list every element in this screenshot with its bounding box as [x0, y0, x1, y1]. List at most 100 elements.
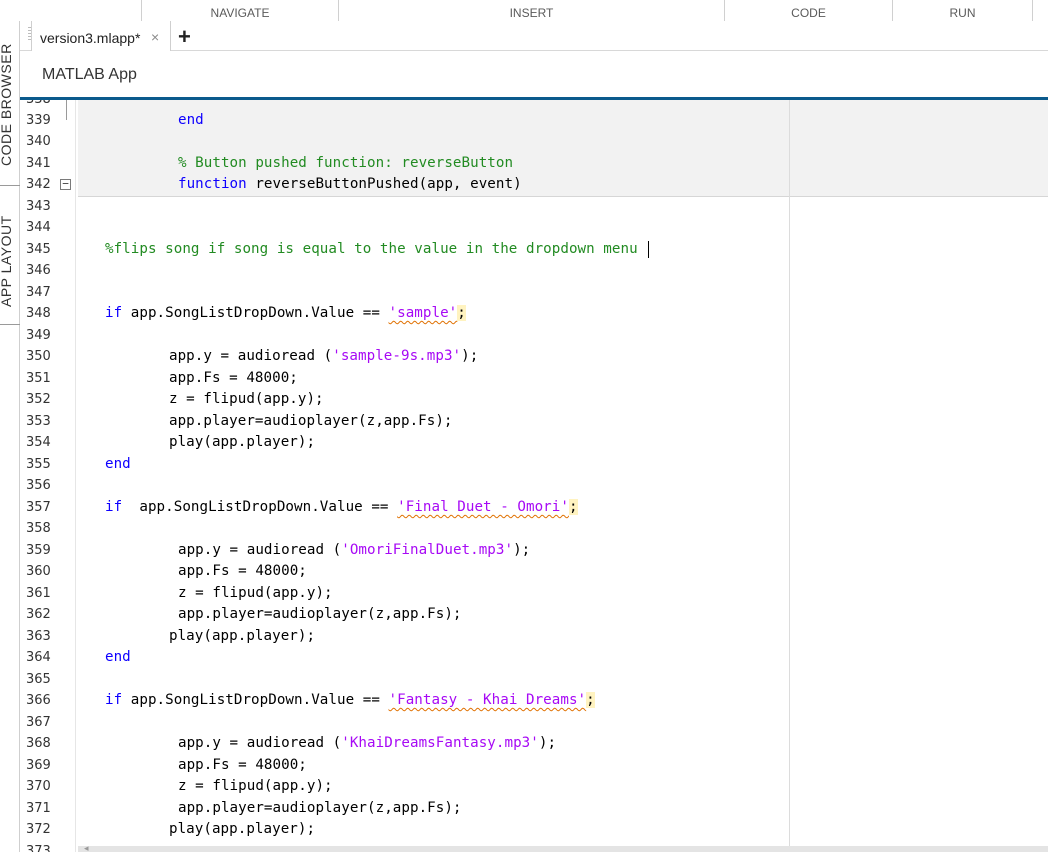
close-tab-icon[interactable]: ×: [151, 29, 159, 45]
line-number: 369: [26, 758, 51, 773]
horizontal-scrollbar[interactable]: [78, 846, 1048, 852]
code-line-371: app.player=audioplayer(z,app.Fs);: [178, 800, 462, 816]
code-line-357: if app.SongListDropDown.Value == 'Final …: [105, 497, 578, 518]
code-line-360: app.Fs = 48000;: [178, 563, 307, 579]
keyword: if: [105, 499, 123, 515]
string-literal: 'sample': [388, 305, 458, 321]
app-layout-panel-tab[interactable]: APP LAYOUT: [0, 215, 14, 307]
code-line-354: play(app.player);: [169, 434, 316, 450]
string-literal: 'Fantasy - Khai Dreams': [388, 692, 587, 708]
line-number: 365: [26, 672, 51, 687]
code-text: app.y = audioread (: [178, 735, 342, 751]
panel-divider: [0, 324, 20, 325]
tab-run[interactable]: RUN: [892, 0, 1033, 21]
code-line-352: z = flipud(app.y);: [169, 391, 324, 407]
code-line-355: end: [105, 454, 131, 475]
code-line-364: end: [105, 647, 131, 668]
line-number: 352: [26, 392, 51, 407]
code-line-341: % Button pushed function: reverseButton: [178, 153, 513, 174]
code-text: app.SongListDropDown.Value ==: [122, 305, 389, 321]
line-number: 340: [26, 134, 51, 149]
text-caret: [647, 240, 649, 258]
code-text: app.y = audioread (: [178, 542, 342, 558]
keyword: end: [105, 649, 131, 665]
code-line-368: app.y = audioread ('KhaiDreamsFantasy.mp…: [178, 733, 556, 754]
code-line-361: z = flipud(app.y);: [178, 585, 333, 601]
string-literal: 'OmoriFinalDuet.mp3': [341, 542, 514, 558]
app-title: MATLAB App: [42, 66, 137, 83]
keyword: end: [178, 112, 204, 128]
line-number: 367: [26, 715, 51, 730]
line-number: 342: [26, 177, 51, 192]
comment: %flips song if song is equal to the valu…: [105, 241, 638, 257]
semicolon-warning: ;: [457, 305, 466, 321]
line-number: 371: [26, 801, 51, 816]
comment: % Button pushed function: reverseButton: [178, 155, 514, 171]
line-number: 364: [26, 650, 51, 665]
code-line-363: play(app.player);: [169, 628, 316, 644]
code-line-353: app.player=audioplayer(z,app.Fs);: [169, 413, 453, 429]
keyword: function: [178, 176, 247, 192]
line-number: 373: [26, 844, 51, 852]
line-number: 344: [26, 220, 51, 235]
line-number: 361: [26, 586, 51, 601]
tab-navigate[interactable]: NAVIGATE: [141, 0, 338, 21]
line-number: 358: [26, 521, 51, 536]
code-text: app.SongListDropDown.Value ==: [122, 499, 398, 515]
line-number: 360: [26, 564, 51, 579]
code-text: );: [461, 348, 479, 364]
line-number: 355: [26, 457, 51, 472]
semicolon-warning: ;: [586, 692, 595, 708]
string-literal: 'KhaiDreamsFantasy.mp3': [341, 735, 539, 751]
line-number: 353: [26, 414, 51, 429]
tab-code[interactable]: CODE: [724, 0, 892, 21]
line-number: 348: [26, 306, 51, 321]
code-editor[interactable]: end % Button pushed function: reverseBut…: [78, 100, 1048, 852]
app-title-bar: MATLAB App: [20, 51, 1048, 97]
tab-insert[interactable]: INSERT: [338, 0, 724, 21]
document-tab-bar: version3.mlapp* × +: [20, 21, 1048, 51]
code-line-350: app.y = audioread ('sample-9s.mp3');: [169, 346, 478, 367]
code-text: reverseButtonPushed(app, event): [246, 176, 522, 192]
code-line-351: app.Fs = 48000;: [169, 370, 298, 386]
line-number: 366: [26, 693, 51, 708]
line-number: 363: [26, 629, 51, 644]
line-number-gutter[interactable]: 338 339 340 341 342 343 344 345 346 347 …: [20, 100, 76, 852]
line-number: 347: [26, 285, 51, 300]
fold-guide: [66, 100, 67, 120]
panel-divider: [0, 185, 20, 186]
right-margin-line: [789, 100, 790, 852]
line-number: 346: [26, 263, 51, 278]
code-browser-panel-tab[interactable]: CODE BROWSER: [0, 43, 14, 166]
code-text: );: [538, 735, 557, 751]
code-text: app.y = audioread (: [169, 348, 333, 364]
keyword: end: [105, 456, 131, 472]
keyword: if: [105, 305, 123, 321]
line-number: 338: [26, 100, 56, 110]
code-line-369: app.Fs = 48000;: [178, 757, 307, 773]
document-tab-label: version3.mlapp*: [40, 30, 141, 46]
line-number: 350: [26, 349, 51, 364]
side-panel-strip: CODE BROWSER APP LAYOUT: [0, 21, 20, 852]
code-line-372: play(app.player);: [169, 821, 316, 837]
line-number: 349: [26, 328, 51, 343]
line-number: 362: [26, 607, 51, 622]
line-number: 368: [26, 736, 51, 751]
scroll-left-icon[interactable]: ◂: [84, 843, 89, 854]
line-number: 354: [26, 435, 51, 450]
code-line-342: function reverseButtonPushed(app, event): [178, 174, 522, 195]
line-number: 341: [26, 156, 51, 171]
line-number: 345: [26, 242, 51, 257]
code-text: app.SongListDropDown.Value ==: [122, 692, 389, 708]
code-line-362: app.player=audioplayer(z,app.Fs);: [178, 606, 462, 622]
line-number: 370: [26, 779, 51, 794]
line-number: 356: [26, 478, 51, 493]
add-tab-icon[interactable]: +: [178, 24, 191, 50]
code-line-359: app.y = audioread ('OmoriFinalDuet.mp3')…: [178, 540, 530, 561]
line-number: 339: [26, 113, 51, 128]
code-text: );: [513, 542, 531, 558]
line-number: 372: [26, 822, 51, 837]
keyword: if: [105, 692, 123, 708]
document-tab[interactable]: version3.mlapp*: [31, 21, 171, 51]
fold-collapse-icon[interactable]: −: [60, 178, 71, 190]
